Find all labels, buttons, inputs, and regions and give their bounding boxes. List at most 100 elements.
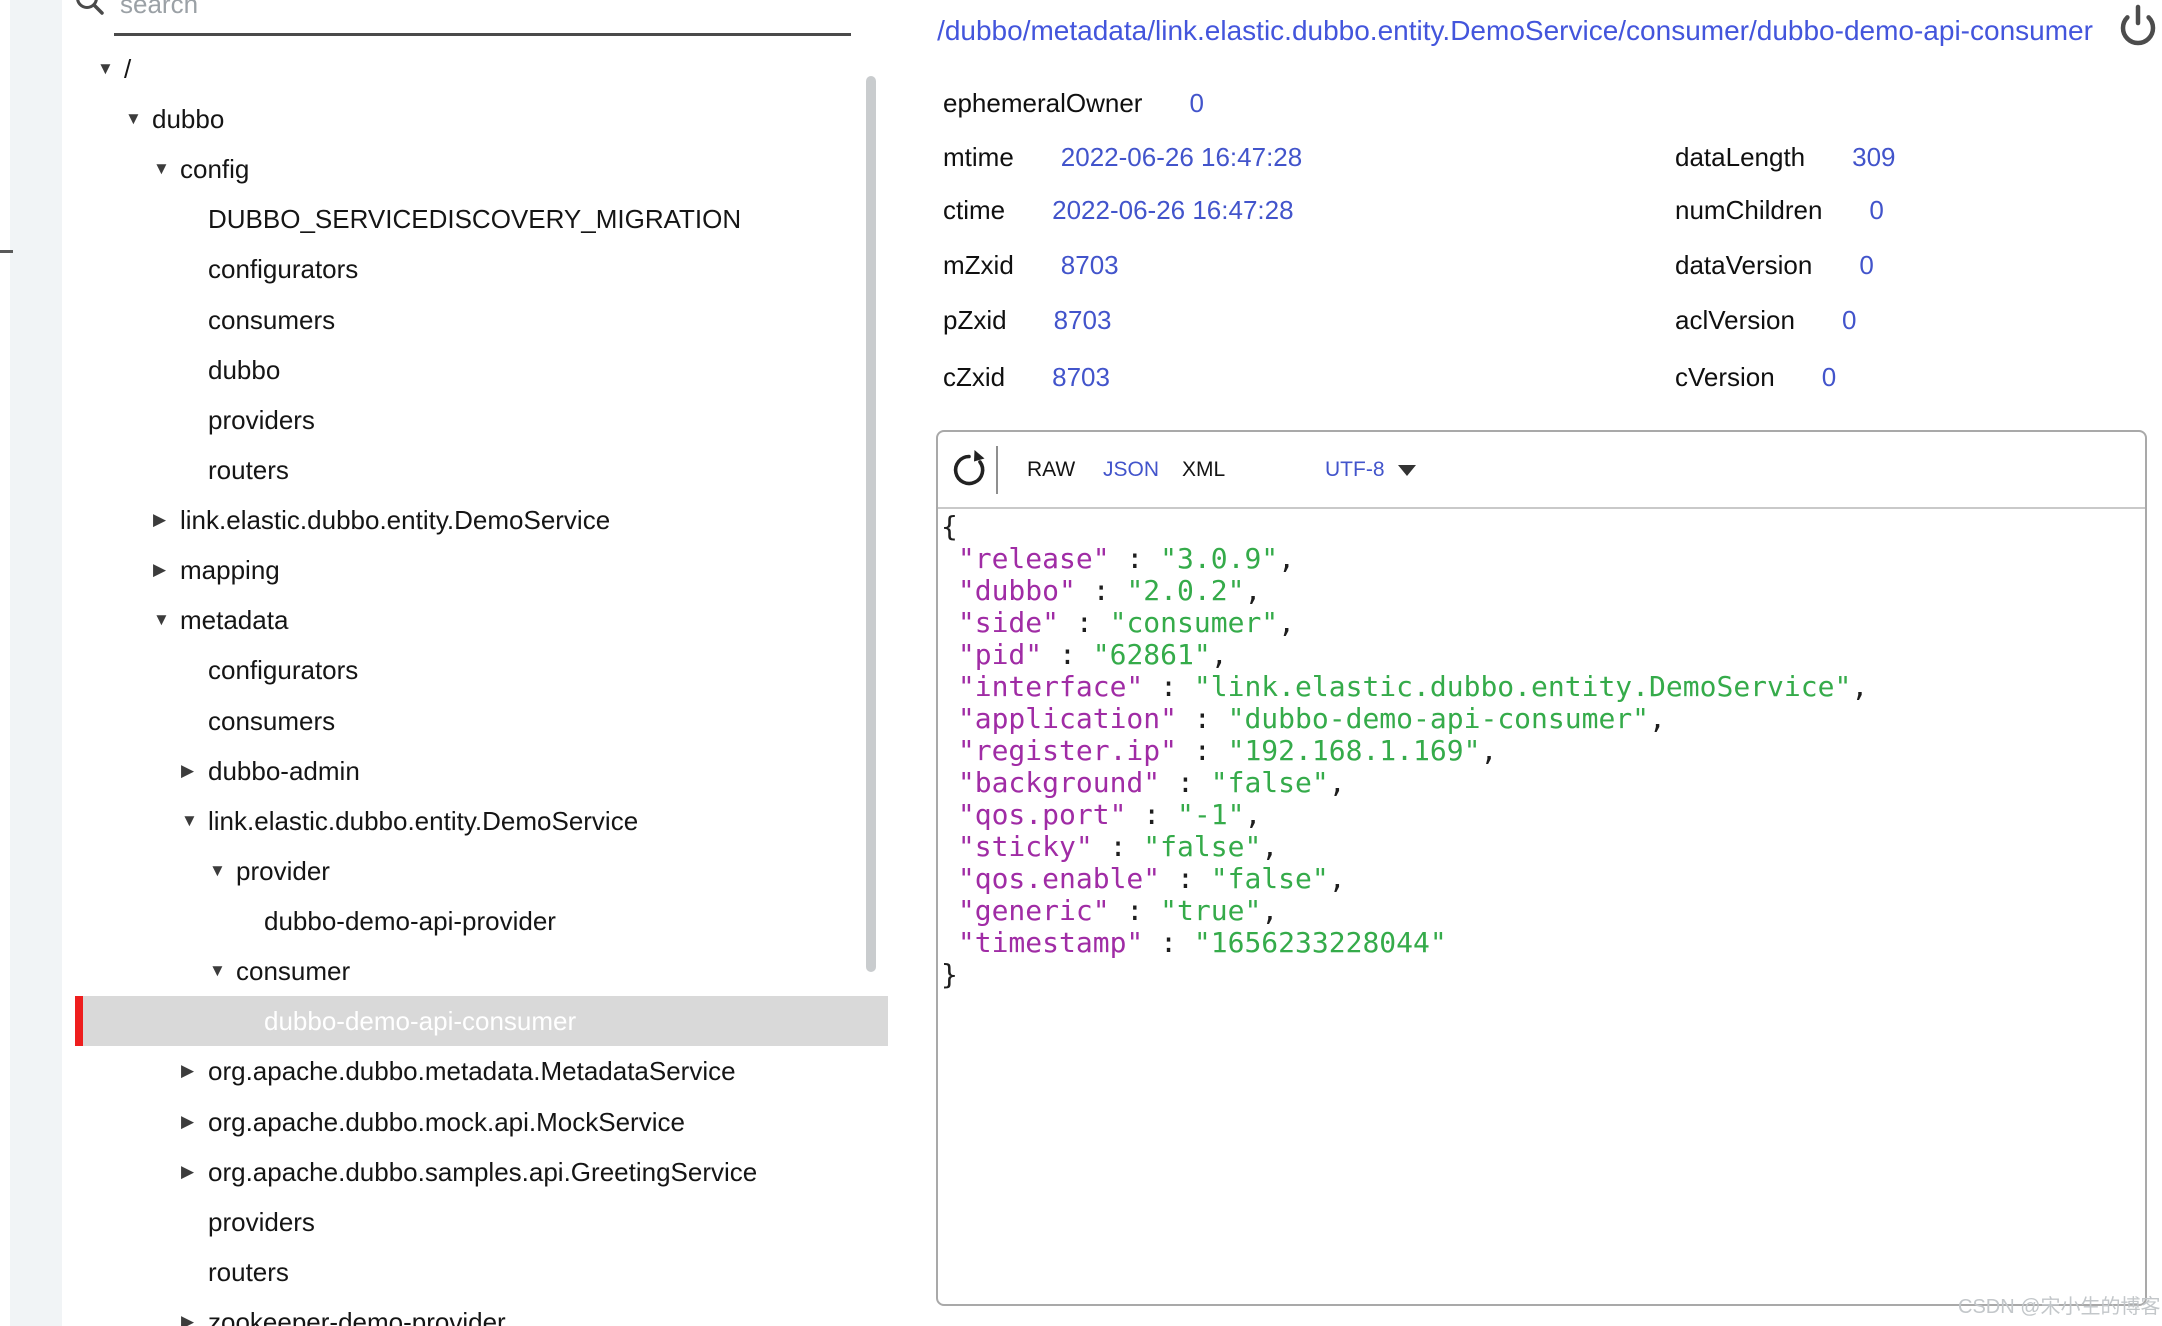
tree-node[interactable]: ▼/ — [0, 44, 890, 94]
tree-node[interactable]: consumers — [0, 696, 890, 746]
tree-node-label: routers — [208, 445, 289, 495]
caret-right-icon[interactable]: ▶ — [181, 1097, 194, 1147]
caret-right-icon[interactable]: ▶ — [153, 545, 166, 595]
stat-value: 0 — [1189, 88, 1203, 119]
json-punctuation: , — [1278, 606, 1295, 639]
json-punctuation — [941, 574, 958, 607]
json-string: "dubbo-demo-api-consumer" — [1228, 702, 1649, 735]
tree-node-label: provider — [236, 846, 330, 896]
caret-right-icon[interactable]: ▶ — [181, 746, 194, 796]
stat-value: 8703 — [1061, 250, 1119, 281]
caret-right-icon[interactable]: ▶ — [153, 495, 166, 545]
json-key: "register.ip" — [958, 734, 1177, 767]
caret-down-icon[interactable]: ▼ — [209, 946, 226, 996]
caret-down-icon[interactable]: ▼ — [153, 595, 170, 645]
caret-right-icon[interactable]: ▶ — [181, 1046, 194, 1096]
encoding-select[interactable]: UTF-8 — [1325, 432, 1385, 507]
code-line: "dubbo" : "2.0.2", — [941, 575, 1868, 607]
caret-down-icon[interactable]: ▼ — [125, 94, 142, 144]
tree-node[interactable]: providers — [0, 1197, 890, 1247]
tree-node[interactable]: dubbo — [0, 345, 890, 395]
tree-node[interactable]: configurators — [0, 645, 890, 695]
tree-node[interactable]: ▼dubbo — [0, 94, 890, 144]
tree-node[interactable]: ▼provider — [0, 846, 890, 896]
tree-node[interactable]: consumers — [0, 295, 890, 345]
tab-raw[interactable]: RAW — [1027, 432, 1075, 507]
tree-node-label: config — [180, 144, 249, 194]
stat-label: pZxid — [943, 305, 1007, 336]
stat-row: ephemeralOwner0 — [943, 78, 1204, 128]
code-line: "background" : "false", — [941, 767, 1868, 799]
tree-scrollbar-thumb[interactable] — [866, 76, 876, 972]
refresh-icon[interactable] — [950, 448, 988, 495]
tree-node[interactable]: ▶org.apache.dubbo.metadata.MetadataServi… — [0, 1046, 890, 1096]
json-punctuation: : — [1177, 734, 1228, 767]
stat-value: 0 — [1869, 195, 1883, 226]
json-string: "consumer" — [1110, 606, 1279, 639]
tree-node[interactable]: dubbo-demo-api-consumer — [0, 996, 890, 1046]
json-punctuation: : — [1059, 606, 1110, 639]
zk-node-tree: ▼/▼dubbo▼configDUBBO_SERVICEDISCOVERY_MI… — [0, 0, 900, 1326]
tab-json[interactable]: JSON — [1103, 432, 1159, 507]
caret-down-icon[interactable]: ▼ — [209, 846, 226, 896]
caret-right-icon[interactable]: ▶ — [181, 1147, 194, 1197]
tree-node[interactable]: providers — [0, 395, 890, 445]
tree-node[interactable]: ▶ org.apache.dubbo.samples.api.GreetingSe… — [0, 1147, 890, 1197]
node-data-panel: RAW JSON XML UTF-8 { "release" : "3.0.9"… — [936, 430, 2147, 1306]
tree-node[interactable]: dubbo-demo-api-provider — [0, 896, 890, 946]
stat-row: ctime2022-06-26 16:47:28 — [943, 185, 1294, 235]
json-punctuation — [941, 638, 958, 671]
stat-value: 0 — [1842, 305, 1856, 336]
tree-node[interactable]: configurators — [0, 244, 890, 294]
stat-row: dataLength309 — [1675, 132, 1896, 182]
json-punctuation — [941, 766, 958, 799]
tab-xml[interactable]: XML — [1182, 432, 1225, 507]
json-punctuation: : — [1126, 798, 1177, 831]
tree-node[interactable]: routers — [0, 1247, 890, 1297]
tree-node[interactable]: ▼link.elastic.dubbo.entity.DemoService — [0, 796, 890, 846]
json-string: "true" — [1160, 894, 1261, 927]
code-line: "sticky" : "false", — [941, 831, 1868, 863]
tree-node[interactable]: ▶link.elastic.dubbo.entity.DemoService — [0, 495, 890, 545]
tree-node[interactable]: ▼metadata — [0, 595, 890, 645]
tree-node[interactable]: DUBBO_SERVICEDISCOVERY_MIGRATION — [0, 194, 890, 244]
caret-down-icon[interactable]: ▼ — [181, 796, 198, 846]
node-data-editor[interactable]: { "release" : "3.0.9", "dubbo" : "2.0.2"… — [941, 511, 1868, 991]
json-punctuation: , — [1211, 638, 1228, 671]
node-path-breadcrumb: /dubbo/metadata/link.elastic.dubbo.entit… — [937, 15, 2093, 47]
stat-row: cZxid8703 — [943, 352, 1110, 402]
json-punctuation: : — [1042, 638, 1093, 671]
stat-label: dataLength — [1675, 142, 1805, 173]
tree-node-label: dubbo-demo-api-consumer — [264, 996, 576, 1046]
tree-node[interactable]: ▶zookeeper-demo-provider — [0, 1297, 890, 1326]
tree-node[interactable]: ▶org.apache.dubbo.mock.api.MockService — [0, 1097, 890, 1147]
app-window: ▼/▼dubbo▼configDUBBO_SERVICEDISCOVERY_MI… — [0, 0, 2162, 1326]
code-line: "side" : "consumer", — [941, 607, 1868, 639]
tree-node-label: org.apache.dubbo.samples.api.GreetingSer… — [208, 1147, 757, 1197]
caret-down-icon[interactable]: ▼ — [97, 44, 114, 94]
json-key: "interface" — [958, 670, 1143, 703]
stat-value: 0 — [1859, 250, 1873, 281]
json-string: "false" — [1211, 766, 1329, 799]
json-key: "qos.port" — [958, 798, 1127, 831]
code-line: "qos.port" : "-1", — [941, 799, 1868, 831]
tree-node[interactable]: routers — [0, 445, 890, 495]
json-punctuation — [941, 830, 958, 863]
stat-value: 2022-06-26 16:47:28 — [1061, 142, 1302, 173]
caret-right-icon[interactable]: ▶ — [181, 1297, 194, 1326]
stat-row: pZxid8703 — [943, 295, 1111, 345]
json-punctuation — [941, 734, 958, 767]
json-punctuation — [941, 702, 958, 735]
code-line: } — [941, 959, 1868, 991]
caret-down-icon[interactable]: ▼ — [153, 144, 170, 194]
tree-node[interactable]: ▼config — [0, 144, 890, 194]
chevron-down-icon[interactable] — [1398, 465, 1416, 476]
json-string: "-1" — [1177, 798, 1244, 831]
json-punctuation: } — [941, 958, 958, 991]
power-icon[interactable] — [2116, 2, 2162, 55]
tree-node[interactable]: ▼consumer — [0, 946, 890, 996]
tree-node[interactable]: ▶dubbo-admin — [0, 746, 890, 796]
tree-node[interactable]: ▶mapping — [0, 545, 890, 595]
json-punctuation — [941, 926, 958, 959]
json-key: "qos.enable" — [958, 862, 1160, 895]
